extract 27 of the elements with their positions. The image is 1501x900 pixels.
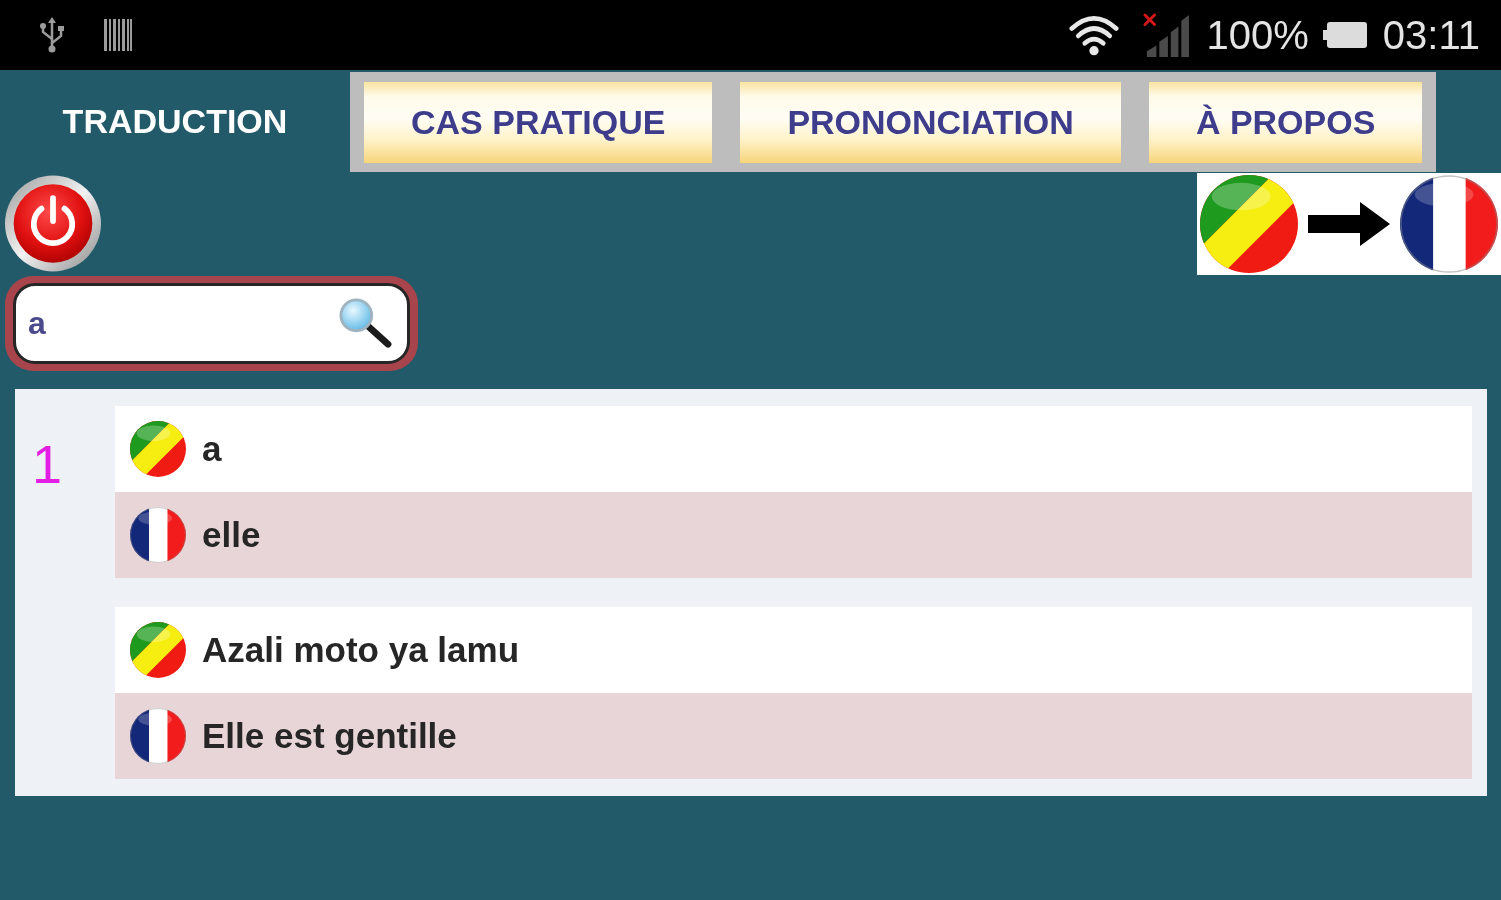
barcode-icon (104, 19, 132, 51)
result-number: 1 (31, 433, 63, 491)
congo-flag-icon (130, 622, 186, 678)
clock-time: 03:11 (1382, 15, 1480, 55)
source-phrase: Azali moto ya lamu (202, 630, 520, 670)
language-direction-button[interactable] (1197, 173, 1501, 275)
tab[interactable]: CAS PRATIQUE (364, 82, 713, 163)
tab[interactable]: À PROPOS (1148, 82, 1423, 163)
right-arrow-icon (1308, 202, 1390, 246)
france-flag-icon (1400, 175, 1498, 273)
wifi-icon (1068, 13, 1119, 57)
search-field[interactable]: a (13, 283, 410, 364)
signal-icon (1142, 13, 1189, 57)
translation-phrase: elle (202, 515, 261, 555)
congo-flag-icon (130, 421, 186, 477)
power-icon[interactable] (5, 175, 101, 272)
battery-icon (1322, 22, 1367, 48)
france-flag-icon (130, 708, 186, 764)
search-icon[interactable] (336, 298, 392, 348)
translation-phrase: Elle est gentille (202, 716, 457, 756)
tab[interactable]: TRADUCTION (0, 70, 350, 172)
france-flag-icon (130, 507, 186, 563)
usb-icon (38, 17, 66, 53)
tab[interactable]: PRONONCIATION (740, 82, 1121, 163)
source-phrase: a (202, 429, 222, 469)
battery-percent: 100% (1206, 15, 1309, 55)
congo-flag-icon (1200, 175, 1298, 273)
